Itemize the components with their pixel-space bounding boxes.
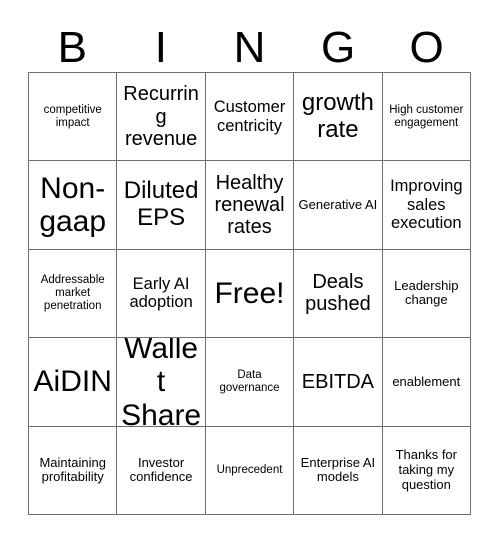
bingo-free-label: Free! [214, 276, 285, 310]
bingo-cell-free[interactable]: Free! [205, 249, 295, 339]
bingo-cell[interactable]: enablement [382, 338, 471, 427]
bingo-cell[interactable]: Recurring revenue [117, 73, 206, 162]
bingo-cell[interactable]: Wallet Share [117, 338, 206, 427]
bingo-cell[interactable]: Deals pushed [294, 249, 383, 339]
bingo-cell-label: Recurring revenue [123, 83, 199, 150]
bingo-cell-label: Deals pushed [305, 271, 371, 316]
bingo-card: B I N G O competitive impact Recurring r… [0, 0, 500, 544]
header-letter-o: O [409, 23, 444, 72]
bingo-cell[interactable]: Leadership change [382, 249, 471, 339]
bingo-cell-label: Diluted EPS [123, 177, 199, 232]
bingo-cell-label: Early AI adoption [129, 275, 193, 312]
bingo-cell[interactable]: Generative AI [294, 161, 383, 250]
header-letter-i: I [154, 23, 167, 72]
bingo-cell-label: growth rate [301, 88, 374, 143]
bingo-cell[interactable]: Addressable market penetration [29, 249, 118, 339]
bingo-cell-label: EBITDA [301, 370, 375, 393]
bingo-cell-label: Thanks for taking my question [395, 447, 457, 492]
bingo-cell-label: Investor confidence [129, 454, 193, 485]
bingo-grid: competitive impact Recurring revenue Cus… [28, 72, 471, 515]
bingo-cell-label: Data governance [219, 369, 280, 394]
bingo-cell[interactable]: EBITDA [294, 338, 383, 427]
bingo-cell[interactable]: AiDIN [29, 338, 118, 427]
bingo-cell[interactable]: Thanks for taking my question [382, 426, 471, 515]
bingo-cell-label: Enterprise AI models [300, 454, 376, 485]
bingo-cell[interactable]: High customer engagement [382, 73, 471, 162]
bingo-cell[interactable]: Early AI adoption [117, 249, 206, 339]
bingo-cell-label: Generative AI [298, 196, 378, 212]
bingo-cell[interactable]: Improving sales execution [382, 161, 471, 250]
bingo-cell[interactable]: Enterprise AI models [294, 426, 383, 515]
header-letter-g: G [320, 23, 356, 72]
bingo-cell-label: Addressable market penetration [40, 274, 105, 312]
bingo-cell-label: Improving sales execution [390, 177, 463, 233]
bingo-cell-label: AiDIN [33, 365, 112, 399]
bingo-cell[interactable]: Diluted EPS [117, 161, 206, 250]
bingo-cell[interactable]: growth rate [294, 73, 383, 162]
bingo-cell[interactable]: competitive impact [29, 73, 118, 162]
header-letter-b: B [57, 23, 87, 72]
bingo-cell[interactable]: Unprecedent [205, 426, 295, 515]
bingo-cell[interactable]: Data governance [205, 338, 295, 427]
bingo-cell-label: High customer engagement [389, 103, 464, 129]
bingo-cell[interactable]: Healthy renewal rates [205, 161, 295, 250]
bingo-cell[interactable]: Maintaining profitability [29, 426, 118, 515]
bingo-cell-label: Non-gaap [39, 171, 107, 239]
bingo-cell-label: Wallet Share [121, 338, 202, 427]
bingo-cell[interactable]: Customer centricity [205, 73, 295, 162]
header-letter-n: N [233, 23, 266, 72]
bingo-cell-label: Leadership change [394, 277, 459, 308]
bingo-header: B I N G O [28, 16, 471, 72]
bingo-cell-label: Maintaining profitability [39, 454, 106, 485]
bingo-cell-label: enablement [392, 373, 461, 389]
bingo-cell-label: Customer centricity [213, 98, 286, 135]
bingo-cell[interactable]: Investor confidence [117, 426, 206, 515]
bingo-cell-label: Healthy renewal rates [214, 171, 285, 239]
bingo-cell[interactable]: Non-gaap [29, 161, 118, 250]
bingo-cell-label: Unprecedent [216, 463, 283, 476]
bingo-cell-label: competitive impact [43, 103, 102, 129]
